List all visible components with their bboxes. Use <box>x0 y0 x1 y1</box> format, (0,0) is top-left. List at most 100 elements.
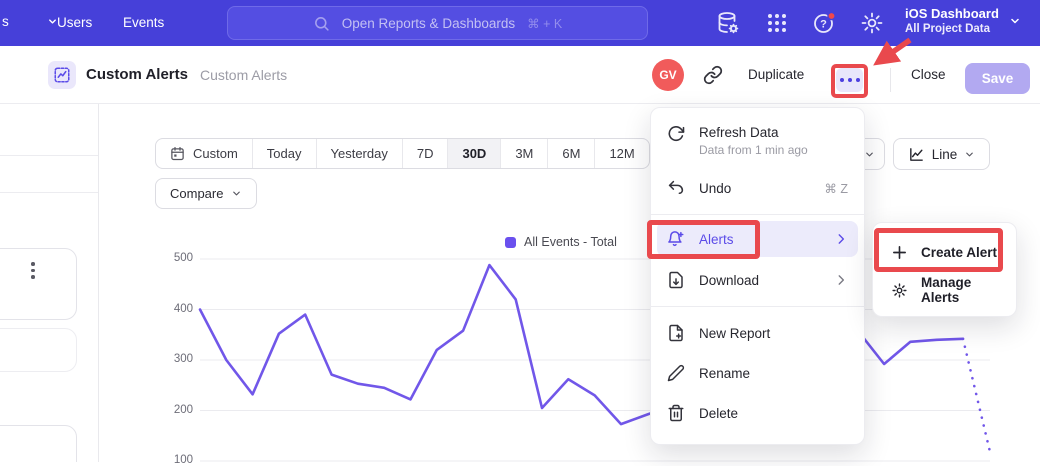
date-range-12m[interactable]: 12M <box>594 139 648 168</box>
save-button[interactable]: Save <box>965 63 1030 94</box>
more-options-button[interactable] <box>836 68 863 92</box>
date-range-30d[interactable]: 30D <box>447 139 500 168</box>
submenu-item-create-alert[interactable]: Create Alert <box>873 233 1016 271</box>
apps-grid-icon[interactable] <box>765 11 789 35</box>
date-range-3m[interactable]: 3M <box>500 139 547 168</box>
date-range-today[interactable]: Today <box>252 139 316 168</box>
search-shortcut: ⌘ + K <box>527 16 562 31</box>
report-icon <box>48 61 76 89</box>
date-range-custom[interactable]: Custom <box>156 139 252 168</box>
y-tick-label: 400 <box>153 303 193 315</box>
data-sources-icon[interactable] <box>716 11 740 35</box>
menu-item-refresh-data[interactable]: Refresh Data Data from 1 min ago <box>651 116 864 168</box>
chevron-down-icon <box>1009 15 1021 27</box>
menu-label: Refresh Data <box>699 125 808 140</box>
project-subtitle: All Project Data <box>905 22 999 36</box>
date-range-7d[interactable]: 7D <box>402 139 448 168</box>
chart-legend[interactable]: All Events - Total <box>505 235 617 249</box>
date-range-6m[interactable]: 6M <box>547 139 594 168</box>
chart-type-button[interactable]: Line <box>893 138 990 170</box>
date-range-yesterday[interactable]: Yesterday <box>316 139 402 168</box>
plus-icon <box>891 244 908 261</box>
nav-boards-partial[interactable]: s <box>2 14 58 29</box>
search-placeholder: Open Reports & Dashboards <box>342 16 515 31</box>
undo-icon <box>667 179 685 197</box>
calendar-icon <box>170 146 185 161</box>
report-header: Custom Alerts Custom Alerts GV Duplicate… <box>0 46 1040 104</box>
menu-label: Alerts <box>699 232 734 247</box>
copy-link-icon[interactable] <box>703 65 723 85</box>
search-icon <box>313 15 330 32</box>
date-range-label: 12M <box>609 146 634 161</box>
menu-item-download[interactable]: Download <box>651 260 864 300</box>
y-tick-label: 200 <box>153 404 193 416</box>
chart-type-label: Line <box>932 147 958 162</box>
menu-divider <box>651 214 864 215</box>
search-input[interactable]: Open Reports & Dashboards ⌘ + K <box>227 6 648 40</box>
legend-label: All Events - Total <box>524 235 617 249</box>
project-selector[interactable]: iOS Dashboard All Project Data <box>905 6 1021 36</box>
menu-divider <box>651 306 864 307</box>
svg-text:?: ? <box>820 19 827 31</box>
kebab-menu-icon[interactable] <box>31 262 35 279</box>
compare-button[interactable]: Compare <box>155 178 257 209</box>
series-line-projected <box>963 339 990 452</box>
date-range-label: Yesterday <box>331 146 388 161</box>
duplicate-button[interactable]: Duplicate <box>748 67 804 82</box>
menu-item-new-report[interactable]: New Report <box>651 313 864 353</box>
date-range-control: Custom Today Yesterday 7D 30D 3M 6M 12M <box>155 138 650 169</box>
date-range-label: 30D <box>462 146 486 161</box>
sidebar-card <box>0 328 77 372</box>
y-tick-label: 500 <box>153 252 193 264</box>
page-subtitle: Custom Alerts <box>200 67 287 83</box>
menu-item-delete[interactable]: Delete <box>651 393 864 433</box>
submenu-label: Manage Alerts <box>921 275 998 305</box>
alerts-submenu: Create Alert Manage Alerts <box>872 222 1017 317</box>
download-icon <box>667 271 685 289</box>
settings-icon[interactable] <box>860 11 884 35</box>
sidebar-divider <box>0 192 98 193</box>
y-tick-label: 100 <box>153 454 193 466</box>
gear-icon <box>891 282 908 299</box>
chevron-down-icon <box>231 188 242 199</box>
date-range-label: 6M <box>562 146 580 161</box>
project-name: iOS Dashboard <box>905 6 999 22</box>
menu-label: Rename <box>699 366 750 381</box>
top-navbar: s Users Events Open Reports & Dashboards… <box>0 0 1040 46</box>
menu-item-rename[interactable]: Rename <box>651 353 864 393</box>
sidebar-divider <box>0 155 98 156</box>
chevron-right-icon <box>834 232 848 246</box>
compare-label: Compare <box>170 186 223 201</box>
nav-item-users[interactable]: Users <box>57 15 92 30</box>
avatar[interactable]: GV <box>652 59 684 91</box>
y-tick-label: 300 <box>153 353 193 365</box>
nav-item-events[interactable]: Events <box>123 15 164 30</box>
page-title: Custom Alerts <box>86 66 188 83</box>
sidebar-card <box>0 425 77 462</box>
header-divider <box>890 68 891 92</box>
menu-item-alerts[interactable]: Alerts <box>657 221 858 257</box>
menu-label: Delete <box>699 406 738 421</box>
chevron-down-icon <box>964 149 975 160</box>
menu-label: New Report <box>699 326 770 341</box>
date-range-label: 3M <box>515 146 533 161</box>
refresh-icon <box>667 125 685 143</box>
trash-icon <box>667 404 685 422</box>
date-range-label: Today <box>267 146 302 161</box>
new-report-icon <box>667 324 685 342</box>
menu-item-undo[interactable]: Undo ⌘ Z <box>651 168 864 208</box>
menu-label: Undo <box>699 181 731 196</box>
menu-label: Download <box>699 273 759 288</box>
submenu-label: Create Alert <box>921 245 997 260</box>
legend-swatch <box>505 237 516 248</box>
submenu-item-manage-alerts[interactable]: Manage Alerts <box>873 271 1016 309</box>
help-icon[interactable]: ? <box>812 11 836 35</box>
report-options-menu: Refresh Data Data from 1 min ago Undo ⌘ … <box>650 107 865 445</box>
close-button[interactable]: Close <box>911 67 946 82</box>
chevron-right-icon <box>834 273 848 287</box>
left-sidebar <box>0 104 99 462</box>
sidebar-card <box>0 248 77 320</box>
date-range-label: 7D <box>417 146 434 161</box>
menu-sublabel: Data from 1 min ago <box>699 143 808 157</box>
date-range-label: Custom <box>193 146 238 161</box>
